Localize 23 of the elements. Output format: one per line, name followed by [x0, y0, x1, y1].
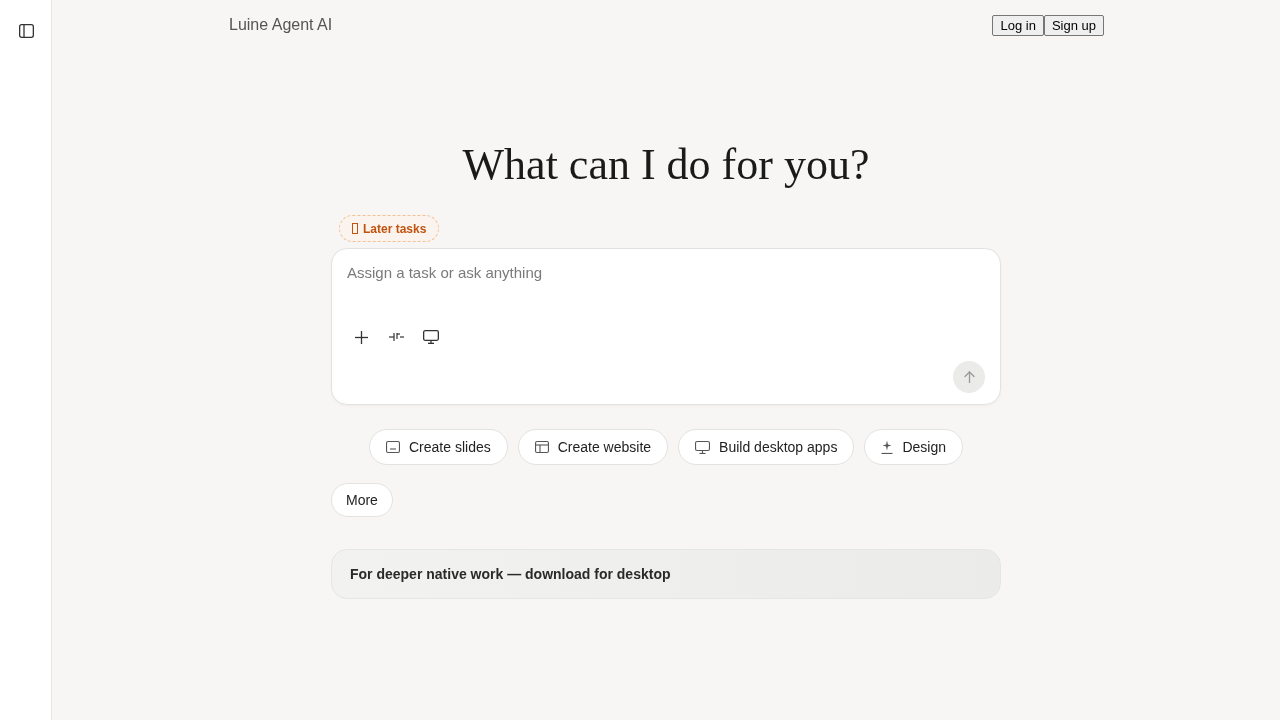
log-in-button[interactable]: Log in — [992, 14, 1044, 36]
plus-icon — [354, 330, 368, 344]
monitor-icon — [423, 330, 439, 344]
layout-icon — [534, 441, 549, 453]
design-button[interactable]: Design — [864, 429, 963, 465]
monitor-icon — [695, 440, 711, 454]
arrow-up-icon — [963, 371, 975, 383]
later-tasks-badge[interactable]: Later tasks — [339, 215, 440, 242]
create-website-button[interactable]: Create website — [517, 429, 669, 465]
sparkle-icon — [881, 440, 894, 454]
heading: What can I do for you? — [461, 139, 871, 191]
sign-up-button[interactable]: Sign up — [1043, 14, 1104, 36]
build-desktop-apps-button[interactable]: Build desktop apps — [678, 429, 855, 465]
task-composer[interactable]: Assign a task or ask anything — [331, 248, 1001, 405]
sidebar-toggle-icon[interactable] — [18, 24, 34, 38]
connector-icon — [388, 332, 404, 342]
download-banner-text: For deeper native work — download for desktop — [350, 564, 671, 584]
create-slides-button[interactable]: Create slides — [369, 429, 508, 465]
more-button[interactable]: More — [331, 483, 393, 517]
slides-icon — [386, 441, 400, 453]
brand-name: Luine Agent AI — [229, 15, 333, 35]
glyph-box-icon — [352, 223, 358, 234]
task-input[interactable]: Assign a task or ask anything — [347, 263, 985, 307]
